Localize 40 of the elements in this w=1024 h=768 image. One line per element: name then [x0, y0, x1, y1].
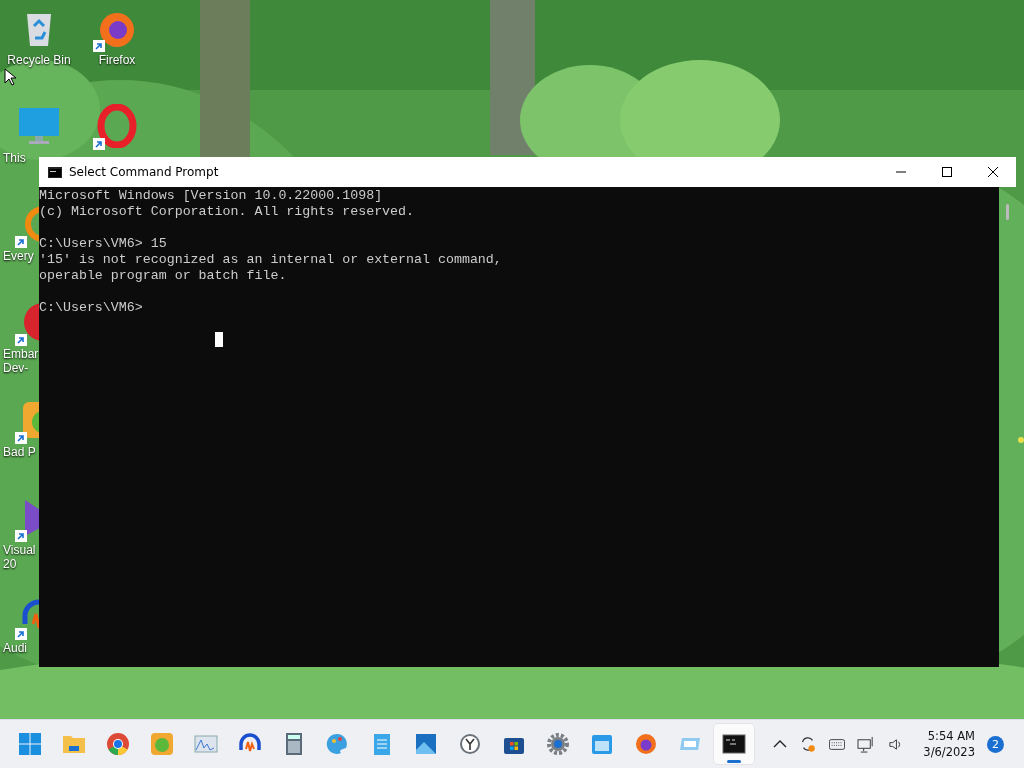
icon-label: Bad P: [3, 445, 36, 459]
clock-button[interactable]: 5:54 AM 3/6/2023: [923, 728, 975, 761]
maximize-icon[interactable]: [942, 167, 952, 177]
palette-icon[interactable]: [326, 732, 350, 757]
ring-icon[interactable]: [95, 104, 139, 148]
settings-icon[interactable]: [546, 732, 570, 757]
icon-label: Audi: [3, 641, 28, 655]
icon-label: Firefox: [98, 53, 136, 67]
icon-label: Embar: [3, 347, 39, 361]
console-line: operable program or batch file.: [39, 268, 287, 283]
icon-label: Recycle Bin: [7, 53, 71, 67]
taskbar-button[interactable]: [714, 724, 754, 765]
sync-icon[interactable]: [799, 735, 818, 754]
game-icon[interactable]: [150, 732, 174, 757]
console-line: C:\Users\VM6>: [39, 300, 143, 315]
icon-label: Visual: [3, 543, 36, 557]
close-icon[interactable]: [988, 167, 998, 177]
icon-label: 20: [3, 557, 17, 571]
window-title: Select Command Prompt: [69, 165, 220, 179]
browser-icon[interactable]: [634, 732, 658, 757]
keyboard-icon[interactable]: [829, 738, 846, 750]
icon-label: This: [3, 151, 26, 165]
browser-icon[interactable]: [106, 732, 130, 757]
calendar-icon[interactable]: [590, 732, 614, 757]
mouse-pointer-icon: [4, 68, 16, 86]
console-line: (c) Microsoft Corporation. All rights reserved.: [39, 204, 415, 219]
console-line: '15' is not recognized as an internal or external command,: [39, 252, 502, 267]
console-line: C:\Users\VM6> 15: [39, 236, 167, 251]
icon-label: Dev-: [3, 361, 29, 375]
clock-icon[interactable]: [458, 732, 482, 757]
console-line: Microsoft Windows [Version 10.0.22000.1098]: [39, 188, 383, 203]
terminal-icon: [48, 166, 62, 178]
chevron-up-icon[interactable]: [773, 740, 788, 749]
terminal-icon[interactable]: [722, 732, 746, 757]
photo-icon[interactable]: [414, 732, 438, 757]
scroll-thumb[interactable]: [1006, 204, 1009, 220]
windows-logo-icon[interactable]: [18, 732, 42, 757]
notification-badge[interactable]: 2: [987, 735, 1004, 753]
text-cursor: [215, 332, 223, 347]
icon-label: Every: [3, 249, 34, 263]
